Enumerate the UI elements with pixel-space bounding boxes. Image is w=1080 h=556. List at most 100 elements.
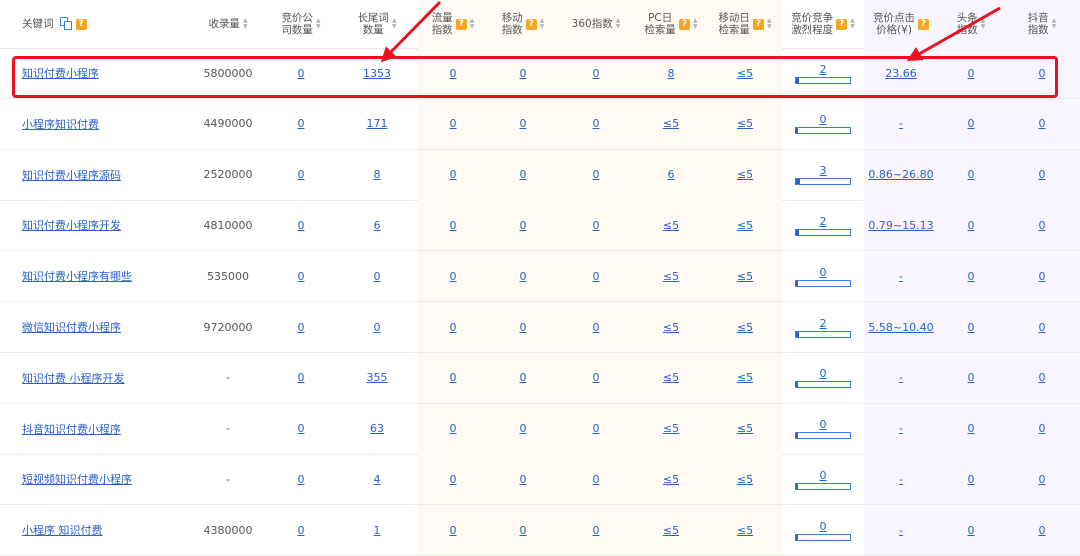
value-link[interactable]: 0 (968, 270, 975, 283)
value-link[interactable]: 0 (1039, 117, 1046, 130)
competition-value-link[interactable]: 0 (820, 113, 827, 126)
competition-value-link[interactable]: 3 (820, 164, 827, 177)
value-link[interactable]: ≤5 (663, 473, 679, 486)
keyword-link[interactable]: 抖音知识付费小程序 (22, 421, 121, 437)
copy-icon[interactable] (59, 17, 73, 31)
value-link[interactable]: ≤5 (737, 219, 753, 232)
value-link[interactable]: 0 (968, 117, 975, 130)
competition-value-link[interactable]: 0 (820, 520, 827, 533)
value-link[interactable]: - (899, 371, 903, 384)
value-link[interactable]: ≤5 (663, 371, 679, 384)
value-link[interactable]: 6 (374, 219, 381, 232)
keyword-link[interactable]: 知识付费小程序源码 (22, 167, 121, 183)
value-link[interactable]: 0 (593, 168, 600, 181)
value-link[interactable]: 4 (374, 473, 381, 486)
value-link[interactable]: 0 (593, 524, 600, 537)
value-link[interactable]: 0 (1039, 270, 1046, 283)
value-link[interactable]: 0 (450, 270, 457, 283)
keyword-link[interactable]: 知识付费 小程序开发 (22, 370, 125, 386)
sort-icon[interactable]: ▲ ▼ (392, 18, 397, 30)
value-link[interactable]: 0 (520, 168, 527, 181)
value-link[interactable]: ≤5 (663, 270, 679, 283)
value-link[interactable]: 0 (593, 473, 600, 486)
sort-icon[interactable]: ▲ ▼ (540, 18, 545, 30)
header-bid-click-price[interactable]: 竞价点击 价格(¥) ? (864, 0, 938, 48)
value-link[interactable]: ≤5 (737, 321, 753, 334)
value-link[interactable]: 0 (374, 270, 381, 283)
sort-icon[interactable]: ▲ ▼ (981, 18, 986, 30)
keyword-link[interactable]: 知识付费小程序有哪些 (22, 268, 132, 284)
keyword-link[interactable]: 微信知识付费小程序 (22, 319, 121, 335)
value-link[interactable]: - (899, 117, 903, 130)
header-pc-daily[interactable]: PC日 检索量 ? ▲ ▼ (634, 0, 708, 48)
value-link[interactable]: 63 (370, 422, 384, 435)
value-link[interactable]: 0 (298, 422, 305, 435)
sort-icon[interactable]: ▲ ▼ (316, 18, 321, 30)
value-link[interactable]: ≤5 (737, 117, 753, 130)
competition-value-link[interactable]: 0 (820, 266, 827, 279)
competition-value-link[interactable]: 0 (820, 469, 827, 482)
competition-value-link[interactable]: 2 (820, 215, 827, 228)
value-link[interactable]: 0 (520, 67, 527, 80)
value-link[interactable]: 0 (968, 524, 975, 537)
header-mobile-index[interactable]: 移动 指数 ? ▲ ▼ (488, 0, 558, 48)
competition-value-link[interactable]: 2 (820, 63, 827, 76)
competition-value-link[interactable]: 0 (820, 418, 827, 431)
sort-icon[interactable]: ▲ ▼ (850, 18, 855, 30)
value-link[interactable]: 8 (374, 168, 381, 181)
value-link[interactable]: 0 (520, 422, 527, 435)
sort-icon[interactable]: ▲ ▼ (243, 18, 248, 30)
value-link[interactable]: ≤5 (737, 270, 753, 283)
value-link[interactable]: 0 (1039, 219, 1046, 232)
value-link[interactable]: 6 (668, 168, 675, 181)
value-link[interactable]: 0 (1039, 422, 1046, 435)
value-link[interactable]: 0 (450, 168, 457, 181)
value-link[interactable]: 0 (968, 422, 975, 435)
value-link[interactable]: 0 (520, 524, 527, 537)
value-link[interactable]: 0.86~26.80 (868, 168, 933, 181)
header-bid-companies[interactable]: 竞价公 司数量 ▲ ▼ (266, 0, 336, 48)
value-link[interactable]: 0 (450, 371, 457, 384)
competition-value-link[interactable]: 2 (820, 317, 827, 330)
help-icon[interactable]: ? (75, 18, 87, 30)
value-link[interactable]: 0 (450, 422, 457, 435)
value-link[interactable]: 0 (593, 219, 600, 232)
value-link[interactable]: 0 (1039, 473, 1046, 486)
value-link[interactable]: 0 (593, 67, 600, 80)
value-link[interactable]: 0 (298, 168, 305, 181)
value-link[interactable]: 0 (298, 219, 305, 232)
value-link[interactable]: - (899, 422, 903, 435)
help-icon[interactable]: ? (918, 18, 929, 30)
value-link[interactable]: 0 (298, 371, 305, 384)
value-link[interactable]: 0 (968, 321, 975, 334)
value-link[interactable]: 0 (593, 321, 600, 334)
help-icon[interactable]: ? (678, 18, 690, 30)
value-link[interactable]: ≤5 (737, 422, 753, 435)
value-link[interactable]: 0 (520, 473, 527, 486)
value-link[interactable]: 0 (298, 473, 305, 486)
value-link[interactable]: ≤5 (663, 117, 679, 130)
value-link[interactable]: 355 (367, 371, 388, 384)
value-link[interactable]: - (899, 270, 903, 283)
keyword-link[interactable]: 知识付费小程序 (22, 65, 99, 81)
value-link[interactable]: 0 (1039, 524, 1046, 537)
header-index-volume[interactable]: 收录量 ▲ ▼ (190, 0, 266, 48)
value-link[interactable]: 0 (593, 270, 600, 283)
keyword-link[interactable]: 小程序知识付费 (22, 116, 99, 132)
value-link[interactable]: 0 (298, 321, 305, 334)
help-icon[interactable]: ? (752, 18, 764, 30)
value-link[interactable]: 0 (450, 219, 457, 232)
value-link[interactable]: ≤5 (663, 524, 679, 537)
value-link[interactable]: 0 (968, 473, 975, 486)
header-douyin-index[interactable]: 抖音 指数 ▲ ▼ (1004, 0, 1080, 48)
value-link[interactable]: 8 (668, 67, 675, 80)
value-link[interactable]: 0 (450, 524, 457, 537)
header-long-tail[interactable]: 长尾词 数量 ▲ ▼ (336, 0, 418, 48)
value-link[interactable]: 0 (520, 270, 527, 283)
value-link[interactable]: 0 (298, 270, 305, 283)
value-link[interactable]: 0 (450, 473, 457, 486)
value-link[interactable]: ≤5 (663, 219, 679, 232)
header-mobile-daily[interactable]: 移动日 检索量 ? ▲ ▼ (708, 0, 782, 48)
value-link[interactable]: 0 (520, 219, 527, 232)
sort-icon[interactable]: ▲ ▼ (693, 18, 698, 30)
